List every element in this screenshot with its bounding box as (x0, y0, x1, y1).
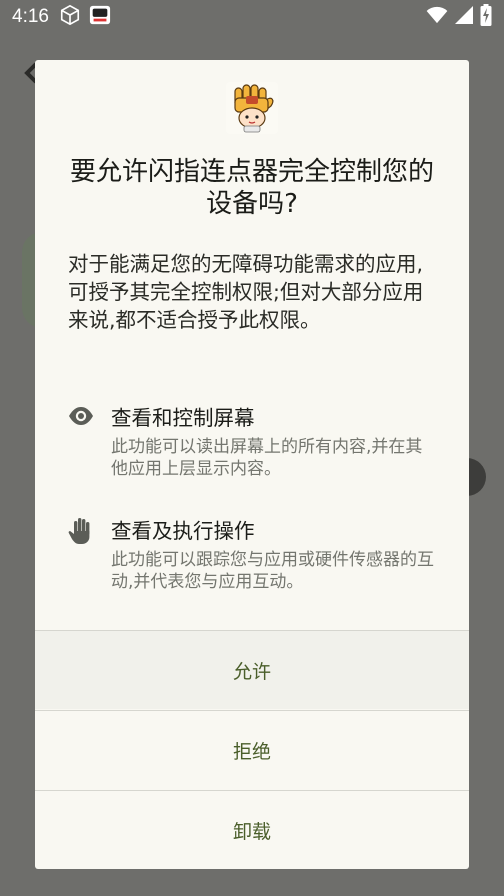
wifi-icon (426, 6, 448, 28)
uninstall-button[interactable]: 卸载 (35, 791, 469, 869)
dialog-title: 要允许闪指连点器完全控制您的设备吗? (69, 157, 434, 219)
battery-charging-icon (480, 4, 492, 30)
background-button (466, 458, 486, 496)
permission-description: 此功能可以读出屏幕上的所有内容,并在其他应用上层显示内容。 (111, 437, 423, 479)
permission-title: 查看及执行操作 (111, 519, 255, 543)
status-time: 4:16 (12, 6, 49, 27)
app-mascot-icon (226, 82, 278, 134)
permission-title: 查看和控制屏幕 (111, 406, 255, 430)
accessibility-permission-dialog: 要允许闪指连点器完全控制您的设备吗? 对于能满足您的无障碍功能需求的应用,可授予… (35, 60, 469, 869)
cube-icon (59, 4, 81, 30)
hand-icon (68, 517, 94, 549)
signal-icon (454, 5, 474, 29)
status-bar: 4:16 (0, 0, 504, 34)
eye-icon (68, 406, 94, 430)
allow-button[interactable]: 允许 (35, 631, 469, 709)
dialog-message: 对于能满足您的无障碍功能需求的应用,可授予其完全控制权限;但对大部分应用来说,都… (68, 252, 424, 332)
deny-button[interactable]: 拒绝 (35, 711, 469, 789)
permission-description: 此功能可以跟踪您与应用或硬件传感器的互动,并代表您与应用互动。 (111, 550, 434, 592)
app-notification-icon (89, 4, 111, 30)
